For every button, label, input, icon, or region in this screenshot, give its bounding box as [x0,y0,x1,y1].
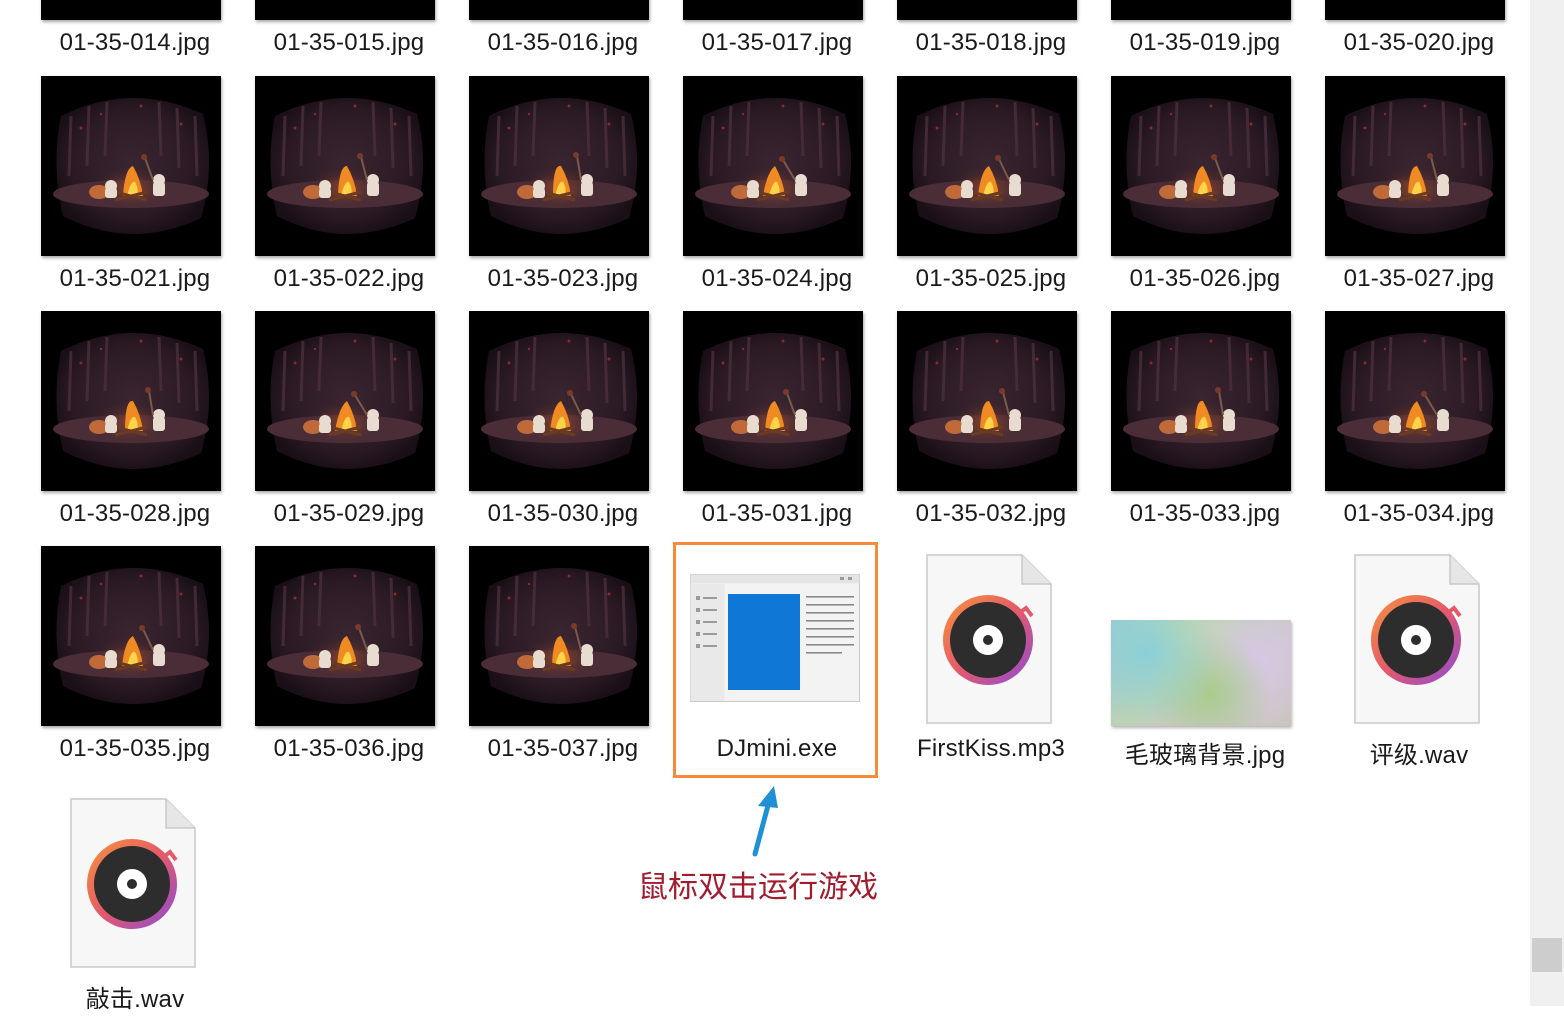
campfire-thumbnail-icon [41,311,221,491]
campfire-thumbnail-icon [1325,76,1505,256]
file-name-label: 01-35-022.jpg [273,265,425,292]
campfire-thumbnail-icon [41,0,221,20]
file-name-label: 01-35-035.jpg [59,735,211,762]
file-name-label: 01-35-014.jpg [59,29,211,56]
file-item[interactable]: 01-35-028.jpg [0,311,221,546]
file-name-label: 01-35-037.jpg [487,735,639,762]
file-item[interactable]: 01-35-036.jpg [214,546,435,781]
file-item[interactable]: 01-35-023.jpg [428,76,649,311]
file-item[interactable]: 01-35-035.jpg [0,546,221,781]
file-item[interactable]: 01-35-020.jpg [1284,0,1505,75]
file-item[interactable]: 敲击.wav [0,790,214,1025]
file-item[interactable]: 01-35-029.jpg [214,311,435,546]
file-name-label: 01-35-030.jpg [487,500,639,527]
file-item[interactable]: 01-35-025.jpg [856,76,1077,311]
file-name-label: 01-35-020.jpg [1343,29,1495,56]
file-item[interactable]: 01-35-015.jpg [214,0,435,75]
file-name-label: 01-35-019.jpg [1129,29,1281,56]
file-item[interactable]: 01-35-033.jpg [1070,311,1291,546]
file-name-label: 01-35-032.jpg [915,500,1067,527]
file-name-label: 01-35-034.jpg [1343,500,1495,527]
file-name-label: 01-35-026.jpg [1129,265,1281,292]
file-item[interactable]: 01-35-022.jpg [214,76,435,311]
file-item[interactable]: 01-35-030.jpg [428,311,649,546]
campfire-thumbnail-icon [469,546,649,726]
campfire-thumbnail-icon [469,311,649,491]
campfire-thumbnail-icon [255,0,435,20]
file-name-label: 01-35-016.jpg [487,29,639,56]
campfire-thumbnail-icon [683,0,863,20]
campfire-thumbnail-icon [1325,0,1505,20]
file-name-label: 01-35-029.jpg [273,500,425,527]
file-name-label: 01-35-028.jpg [59,500,211,527]
music-disc-icon [1354,554,1480,729]
file-item[interactable]: 01-35-017.jpg [642,0,863,75]
file-item[interactable]: 01-35-037.jpg [428,546,649,781]
file-item[interactable]: 01-35-018.jpg [856,0,1077,75]
file-item[interactable]: 01-35-026.jpg [1070,76,1291,311]
file-item[interactable]: 01-35-014.jpg [0,0,221,75]
music-disc-icon [70,798,196,973]
file-name-label: 01-35-017.jpg [701,29,853,56]
file-item[interactable]: 01-35-024.jpg [642,76,863,311]
file-item[interactable]: DJmini.exe [642,542,878,781]
scrollbar-thumb[interactable] [1532,938,1562,972]
file-item[interactable]: 01-35-016.jpg [428,0,649,75]
campfire-thumbnail-icon [1111,76,1291,256]
music-disc-icon [926,554,1052,729]
file-item[interactable]: 01-35-027.jpg [1284,76,1505,311]
file-name-label: FirstKiss.mp3 [917,735,1065,762]
file-name-label: 01-35-031.jpg [701,500,853,527]
campfire-thumbnail-icon [683,311,863,491]
file-item[interactable]: 01-35-021.jpg [0,76,221,311]
campfire-thumbnail-icon [469,0,649,20]
campfire-thumbnail-icon [1325,311,1505,491]
file-name-label: 01-35-015.jpg [273,29,425,56]
file-item[interactable]: FirstKiss.mp3 [856,546,1070,781]
file-name-label: 01-35-025.jpg [915,265,1067,292]
campfire-thumbnail-icon [1111,0,1291,20]
vertical-scrollbar[interactable] [1530,0,1564,1006]
file-name-label: 毛玻璃背景.jpg [1124,742,1286,769]
campfire-thumbnail-icon [255,76,435,256]
file-item[interactable]: 毛玻璃背景.jpg [1070,546,1291,781]
campfire-thumbnail-icon [255,546,435,726]
file-item[interactable]: 01-35-019.jpg [1070,0,1291,75]
campfire-thumbnail-icon [897,76,1077,256]
file-name-label: 01-35-024.jpg [701,265,853,292]
file-item[interactable]: 评级.wav [1284,546,1498,781]
file-name-label: 01-35-018.jpg [915,29,1067,56]
annotation-label: 鼠标双击运行游戏 [638,870,878,905]
campfire-thumbnail-icon [1111,311,1291,491]
file-name-label: 01-35-033.jpg [1129,500,1281,527]
file-name-label: 敲击.wav [85,986,185,1013]
file-name-label: 01-35-036.jpg [273,735,425,762]
file-item[interactable]: 01-35-032.jpg [856,311,1077,546]
file-name-label: 评级.wav [1369,742,1469,769]
file-name-label: 01-35-021.jpg [59,265,211,292]
campfire-thumbnail-icon [683,76,863,256]
file-name-label: 01-35-023.jpg [487,265,639,292]
campfire-thumbnail-icon [897,0,1077,20]
campfire-thumbnail-icon [255,311,435,491]
campfire-thumbnail-icon [41,76,221,256]
file-item[interactable]: 01-35-031.jpg [642,311,863,546]
file-name-label: DJmini.exe [716,735,838,762]
blurred-background-thumbnail [1111,620,1291,726]
campfire-thumbnail-icon [41,546,221,726]
annotation-arrow-icon [752,786,778,857]
campfire-thumbnail-icon [469,76,649,256]
campfire-thumbnail-icon [897,311,1077,491]
file-item[interactable]: 01-35-034.jpg [1284,311,1505,546]
file-name-label: 01-35-027.jpg [1343,265,1495,292]
